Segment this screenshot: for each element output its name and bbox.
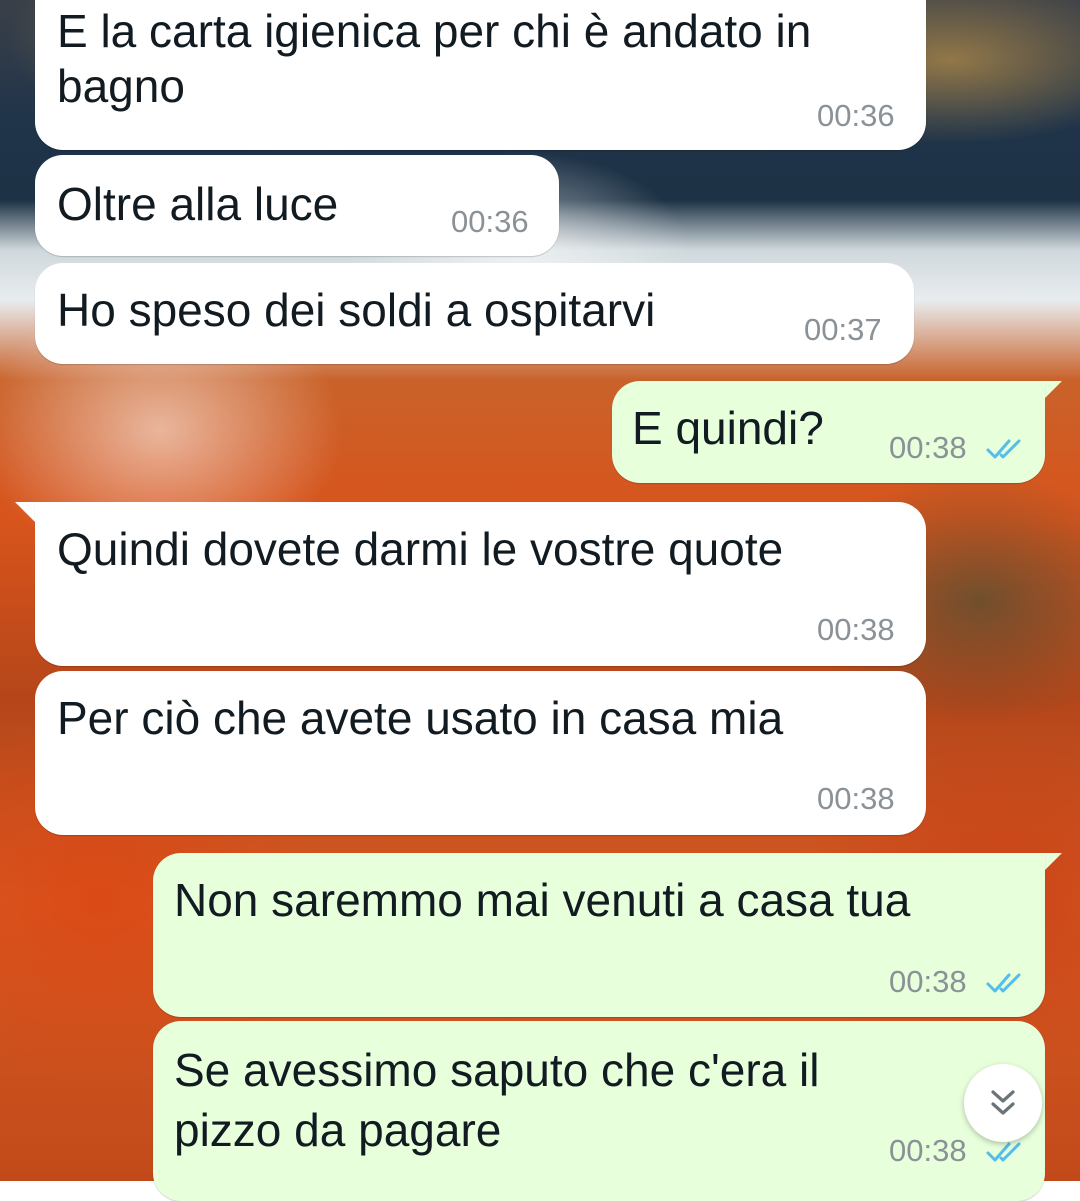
message-text: Quindi dovete darmi le vostre quote xyxy=(57,523,784,575)
message-timestamp: 00:36 xyxy=(817,98,895,133)
double-chevron-down-icon xyxy=(991,1090,1015,1115)
message-timestamp: 00:38 xyxy=(889,1133,967,1168)
bubble-tail xyxy=(15,502,37,524)
message-text: bagno xyxy=(57,60,185,112)
message-timestamp: 00:38 xyxy=(889,964,967,999)
message-bubble-incoming[interactable]: Oltre alla luce 00:36 xyxy=(35,155,559,256)
double-check-icon xyxy=(986,1142,1021,1162)
double-check-icon xyxy=(986,973,1021,993)
message-bubble-outgoing[interactable]: Non saremmo mai venuti a casa tua 00:38 xyxy=(153,853,1045,1017)
message-text: pizzo da pagare xyxy=(174,1104,502,1156)
message-bubble-outgoing[interactable]: E quindi? 00:38 xyxy=(612,381,1045,483)
double-check-icon xyxy=(986,439,1021,459)
message-text: Non saremmo mai venuti a casa tua xyxy=(174,874,911,926)
message-bubble-incoming[interactable]: Ho speso dei soldi a ospitarvi 00:37 xyxy=(35,263,914,364)
message-text: E la carta igienica per chi è andato in xyxy=(57,5,812,57)
message-text: Se avessimo saputo che c'era il xyxy=(174,1044,820,1096)
message-text: Ho speso dei soldi a ospitarvi xyxy=(57,284,656,336)
message-timestamp: 00:38 xyxy=(889,430,967,465)
message-timestamp: 00:38 xyxy=(817,612,895,647)
message-text: E quindi? xyxy=(632,402,824,454)
message-bubble-incoming[interactable]: E la carta igienica per chi è andato in … xyxy=(35,0,926,150)
message-timestamp: 00:36 xyxy=(451,204,529,239)
message-text: Per ciò che avete usato in casa mia xyxy=(57,692,784,744)
message-timestamp: 00:38 xyxy=(817,781,895,816)
message-bubble-incoming[interactable]: Per ciò che avete usato in casa mia 00:3… xyxy=(35,671,926,835)
message-bubble-outgoing[interactable]: Se avessimo saputo che c'era il pizzo da… xyxy=(153,1021,1045,1201)
message-text: Oltre alla luce xyxy=(57,178,339,230)
message-bubble-incoming[interactable]: Quindi dovete darmi le vostre quote 00:3… xyxy=(35,502,926,666)
scroll-to-bottom-button[interactable] xyxy=(964,1064,1042,1142)
message-timestamp: 00:37 xyxy=(804,312,882,347)
